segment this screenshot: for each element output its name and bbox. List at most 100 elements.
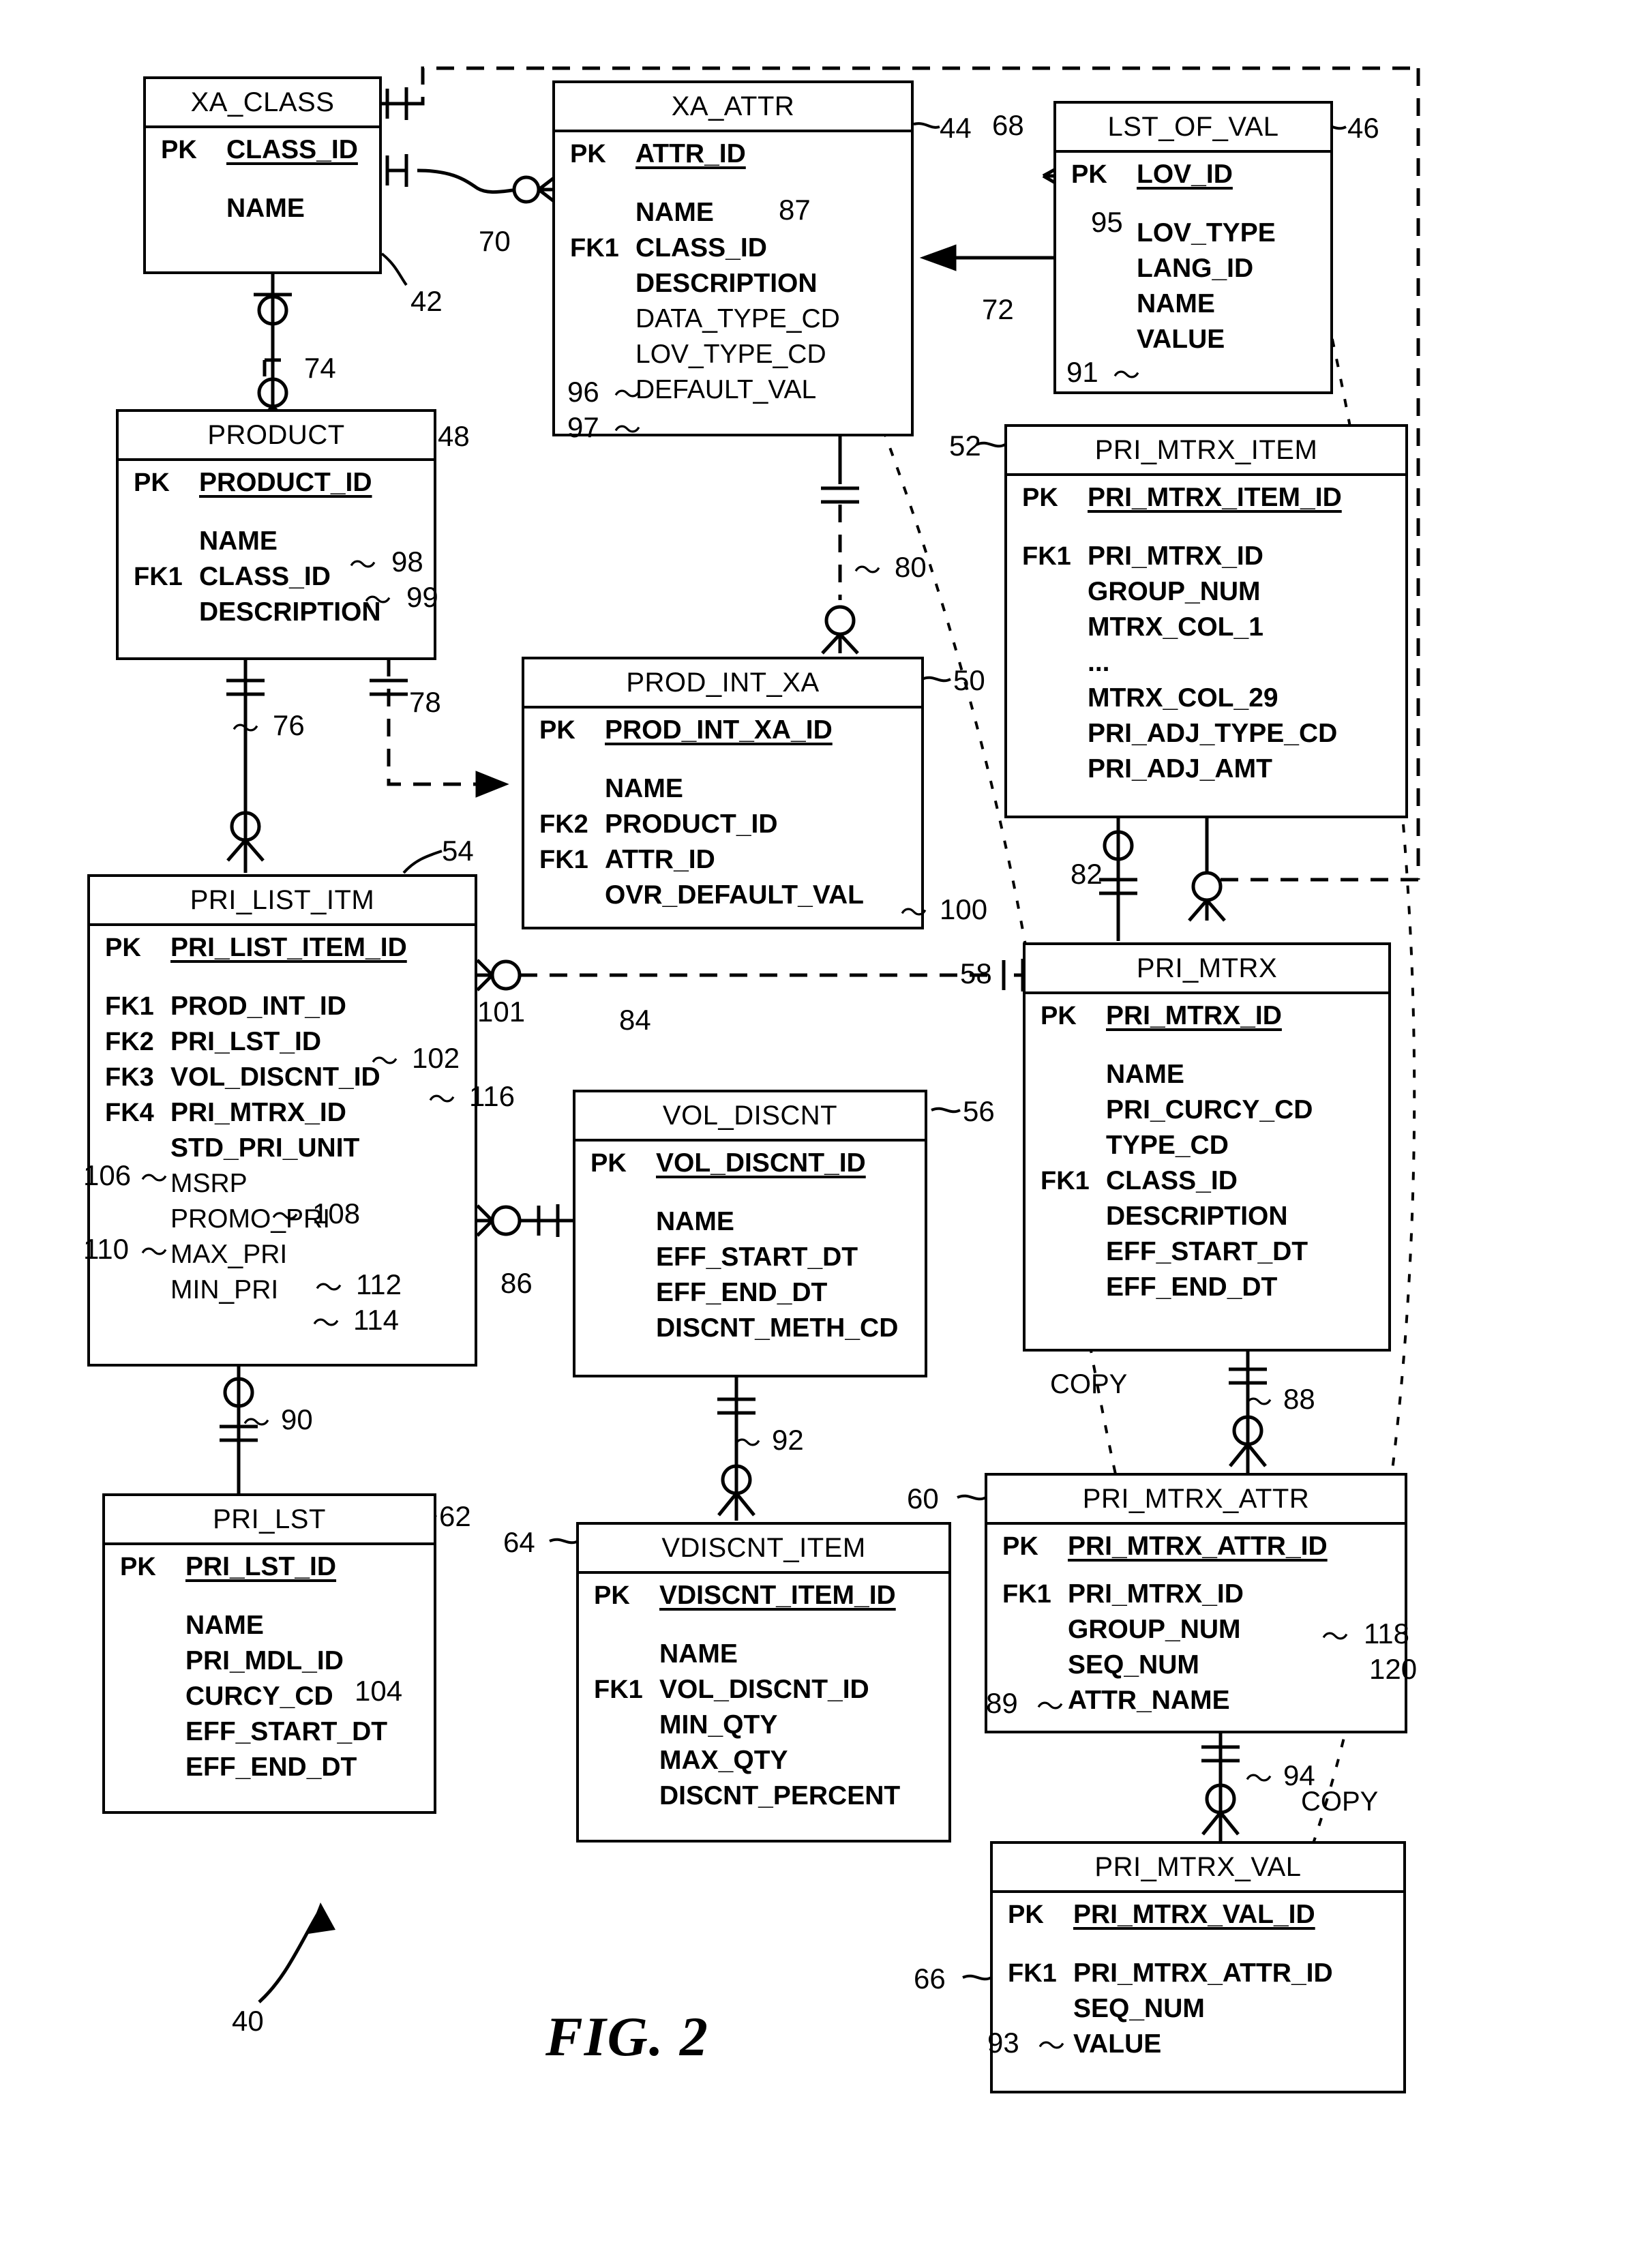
field-name: CLASS_ID bbox=[635, 233, 767, 263]
field-ref-squiggle: 〜 bbox=[1321, 1622, 1349, 1652]
field-row: DESCRIPTION bbox=[555, 269, 911, 304]
field-row: FK1 CLASS_ID bbox=[555, 233, 911, 269]
rel-ref-squiggle: 〜 bbox=[243, 1408, 270, 1438]
entity-pri-list-itm[interactable]: PRI_LIST_ITM PK PRI_LIST_ITEM_ID FK1 PRO… bbox=[87, 874, 477, 1367]
field-row: MAX_QTY bbox=[579, 1746, 948, 1781]
entity-pri-mtrx-item[interactable]: PRI_MTRX_ITEM PK PRI_MTRX_ITEM_ID FK1 PR… bbox=[1004, 424, 1408, 818]
field-name: CLASS_ID bbox=[226, 135, 358, 164]
entity-pri-mtrx[interactable]: PRI_MTRX PK PRI_MTRX_ID NAME PRI_CURCY_C… bbox=[1023, 942, 1391, 1352]
entity-ref-64: 64 bbox=[503, 1526, 535, 1558]
field-name: NAME bbox=[185, 1611, 264, 1640]
field-ref-squiggle: 〜 bbox=[1036, 1692, 1064, 1722]
entity-title: PRI_MTRX_VAL bbox=[993, 1844, 1403, 1893]
field-row: PRI_ADJ_AMT bbox=[1007, 754, 1405, 790]
field-spacer bbox=[1026, 1036, 1388, 1060]
field-ref-squiggle: 〜 bbox=[364, 586, 391, 616]
field-row: EFF_END_DT bbox=[575, 1278, 925, 1313]
entity-xa-class[interactable]: XA_CLASS PK CLASS_ID NAME bbox=[143, 76, 382, 274]
field-name: PRI_CURCY_CD bbox=[1106, 1095, 1313, 1124]
field-key: FK1 bbox=[1041, 1167, 1090, 1195]
field-name: LANG_ID bbox=[1137, 254, 1254, 283]
entity-prod-int-xa[interactable]: PROD_INT_XA PK PROD_INT_XA_ID NAME FK2 P… bbox=[522, 657, 924, 929]
rel-ref-squiggle: 〜 bbox=[854, 556, 881, 586]
field-name: STD_PRI_UNIT bbox=[170, 1133, 360, 1163]
field-ref-97: 97 bbox=[567, 411, 599, 443]
field-spacer bbox=[90, 968, 475, 991]
field-row: FK1 PRI_MTRX_ATTR_ID bbox=[993, 1958, 1403, 1994]
field-ref-98: 98 bbox=[391, 546, 423, 578]
rel-ref-70: 70 bbox=[479, 225, 511, 257]
field-row: PK VDISCNT_ITEM_ID bbox=[579, 1581, 948, 1616]
field-name: VALUE bbox=[1137, 325, 1225, 354]
field-name: DESCRIPTION bbox=[1106, 1202, 1288, 1231]
rel-ref-86: 86 bbox=[500, 1267, 533, 1299]
entity-title: VDISCNT_ITEM bbox=[579, 1525, 948, 1574]
field-spacer bbox=[1007, 518, 1405, 541]
entity-title: LST_OF_VAL bbox=[1056, 104, 1330, 153]
field-ref-squiggle: 〜 bbox=[140, 1164, 168, 1194]
field-row: FK1 PRI_MTRX_ID bbox=[1007, 541, 1405, 577]
field-ref-100: 100 bbox=[940, 893, 988, 925]
entity-fields: PK ATTR_ID NAME FK1 CLASS_ID DESCRIPTION… bbox=[555, 132, 911, 420]
rel-ref-72: 72 bbox=[982, 293, 1014, 325]
field-spacer bbox=[993, 1935, 1403, 1958]
entity-pri-lst[interactable]: PRI_LST PK PRI_LST_ID NAME PRI_MDL_ID CU… bbox=[102, 1493, 436, 1814]
field-key: PK bbox=[105, 934, 141, 962]
field-name: PRI_LST_ID bbox=[185, 1552, 337, 1581]
field-row: PK PROD_INT_XA_ID bbox=[524, 715, 921, 751]
field-name: PROD_INT_XA_ID bbox=[605, 715, 833, 745]
field-name: PRODUCT_ID bbox=[605, 809, 778, 839]
field-row: NAME bbox=[555, 198, 911, 233]
field-row: PK CLASS_ID bbox=[146, 135, 379, 170]
field-key: FK2 bbox=[539, 810, 588, 839]
field-name: OVR_DEFAULT_VAL bbox=[605, 880, 864, 910]
field-key: PK bbox=[1022, 483, 1058, 512]
field-ref-102: 102 bbox=[412, 1042, 460, 1074]
entity-lst-of-val[interactable]: LST_OF_VAL PK LOV_ID LOV_TYPE LANG_ID NA… bbox=[1053, 101, 1333, 394]
field-name: NAME bbox=[226, 194, 305, 223]
entity-ref-46: 46 bbox=[1347, 112, 1379, 144]
field-row: DISCNT_PERCENT bbox=[579, 1781, 948, 1817]
field-name: PRI_MTRX_ITEM_ID bbox=[1088, 483, 1342, 512]
field-spacer bbox=[579, 1616, 948, 1639]
entity-xa-attr[interactable]: XA_ATTR PK ATTR_ID NAME FK1 CLASS_ID DES… bbox=[552, 80, 914, 436]
field-name: EFF_END_DT bbox=[1106, 1272, 1278, 1302]
field-ref-squiggle: 〜 bbox=[1113, 361, 1140, 391]
entity-title: PRODUCT bbox=[119, 412, 434, 461]
field-ref-squiggle: 〜 bbox=[315, 1273, 342, 1303]
entity-ref-66: 66 bbox=[914, 1963, 946, 1995]
field-name: EFF_START_DT bbox=[1106, 1237, 1308, 1266]
field-key: FK3 bbox=[105, 1063, 154, 1092]
field-ref-120: 120 bbox=[1369, 1653, 1418, 1685]
field-name: VOL_DISCNT_ID bbox=[656, 1148, 866, 1178]
rel-ref-80: 80 bbox=[895, 551, 927, 583]
field-row: PK PRODUCT_ID bbox=[119, 468, 434, 503]
field-name: PRI_ADJ_TYPE_CD bbox=[1088, 719, 1338, 748]
field-name: GROUP_NUM bbox=[1088, 577, 1261, 606]
field-spacer bbox=[119, 503, 434, 526]
field-row: GROUP_NUM bbox=[1007, 577, 1405, 612]
field-key: PK bbox=[1002, 1532, 1038, 1561]
entity-title: PROD_INT_XA bbox=[524, 659, 921, 708]
field-ref-95: 95 bbox=[1091, 206, 1123, 238]
rel-ref-84: 84 bbox=[619, 1004, 651, 1036]
entity-vdiscnt-item[interactable]: VDISCNT_ITEM PK VDISCNT_ITEM_ID NAME FK1… bbox=[576, 1522, 951, 1842]
field-row: FK1 ATTR_ID bbox=[524, 845, 921, 880]
field-spacer bbox=[105, 1587, 434, 1611]
rel-ref-101: 101 bbox=[477, 996, 526, 1028]
field-name: CLASS_ID bbox=[1106, 1166, 1238, 1195]
field-row: MTRX_COL_29 bbox=[1007, 683, 1405, 719]
field-row: NAME bbox=[1026, 1060, 1388, 1095]
entity-fields: PK PRI_MTRX_ID NAME PRI_CURCY_CD TYPE_CD… bbox=[1026, 994, 1388, 1317]
rel-ref-92: 92 bbox=[772, 1424, 804, 1456]
entity-vol-discnt[interactable]: VOL_DISCNT PK VOL_DISCNT_ID NAME EFF_STA… bbox=[573, 1090, 927, 1377]
field-row: MIN_PRI bbox=[90, 1275, 475, 1311]
field-ref-93: 93 bbox=[987, 2027, 1019, 2059]
field-row: VALUE bbox=[1056, 325, 1330, 360]
entity-product[interactable]: PRODUCT PK PRODUCT_ID NAME FK1 CLASS_ID … bbox=[116, 409, 436, 660]
entity-title: PRI_MTRX bbox=[1026, 945, 1388, 994]
field-row: FK1 VOL_DISCNT_ID bbox=[579, 1675, 948, 1710]
field-ref-squiggle: 〜 bbox=[271, 1202, 299, 1232]
field-name: EFF_START_DT bbox=[185, 1717, 388, 1746]
field-ref-108: 108 bbox=[312, 1197, 361, 1229]
